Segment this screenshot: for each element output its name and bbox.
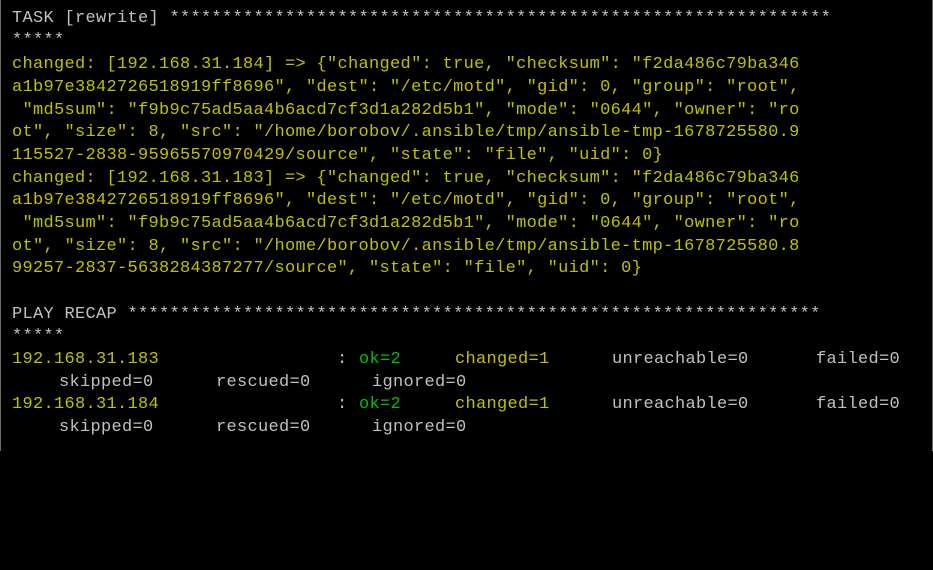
recap-colon: : bbox=[337, 350, 348, 369]
recap-skipped: skipped=0 bbox=[59, 418, 154, 437]
result-line: 99257-2837-5638284387277/source", "state… bbox=[12, 259, 643, 278]
recap-host: 192.168.31.183 bbox=[12, 350, 160, 369]
recap-header: PLAY RECAP *****************************… bbox=[12, 305, 821, 324]
recap-colon: : bbox=[337, 395, 348, 414]
recap-ok: ok=2 bbox=[359, 395, 402, 414]
recap-rescued: rescued=0 bbox=[216, 418, 311, 437]
result-line: a1b97e3842726518919ff8696", "dest": "/et… bbox=[12, 78, 800, 97]
task-header-wrap: ***** bbox=[12, 31, 65, 50]
recap-failed: failed=0 bbox=[816, 395, 901, 414]
recap-host-row-wrap: skipped=0 rescued=0 ignored=0 bbox=[12, 372, 922, 394]
result-line: ot", "size": 8, "src": "/home/borobov/.a… bbox=[12, 237, 800, 256]
result-line: a1b97e3842726518919ff8696", "dest": "/et… bbox=[12, 191, 800, 210]
recap-host-row: 192.168.31.183 : ok=2 changed=1 unreacha… bbox=[12, 349, 922, 371]
result-line: changed: [192.168.31.183] => {"changed":… bbox=[12, 169, 800, 188]
task-header: TASK [rewrite] *************************… bbox=[12, 9, 832, 28]
result-line: ot", "size": 8, "src": "/home/borobov/.a… bbox=[12, 123, 800, 142]
recap-failed: failed=0 bbox=[816, 350, 901, 369]
result-line: "md5sum": "f9b9c75ad5aa4b6acd7cf3d1a282d… bbox=[12, 214, 800, 233]
result-line: 115527-2838-95965570970429/source", "sta… bbox=[12, 146, 664, 165]
recap-rescued: rescued=0 bbox=[216, 373, 311, 392]
recap-unreachable: unreachable=0 bbox=[612, 395, 749, 414]
recap-changed: changed=1 bbox=[455, 395, 550, 414]
result-line: "md5sum": "f9b9c75ad5aa4b6acd7cf3d1a282d… bbox=[12, 101, 800, 120]
recap-skipped: skipped=0 bbox=[59, 373, 154, 392]
recap-ignored: ignored=0 bbox=[372, 418, 467, 437]
recap-ignored: ignored=0 bbox=[372, 373, 467, 392]
result-line: changed: [192.168.31.184] => {"changed":… bbox=[12, 55, 800, 74]
recap-ok: ok=2 bbox=[359, 350, 402, 369]
recap-changed: changed=1 bbox=[455, 350, 550, 369]
recap-unreachable: unreachable=0 bbox=[612, 350, 749, 369]
recap-header-wrap: ***** bbox=[12, 327, 65, 346]
recap-host-row: 192.168.31.184 : ok=2 changed=1 unreacha… bbox=[12, 394, 922, 416]
recap-host: 192.168.31.184 bbox=[12, 395, 160, 414]
terminal-window[interactable]: TASK [rewrite] *************************… bbox=[0, 0, 933, 451]
recap-host-row-wrap: skipped=0 rescued=0 ignored=0 bbox=[12, 417, 922, 439]
